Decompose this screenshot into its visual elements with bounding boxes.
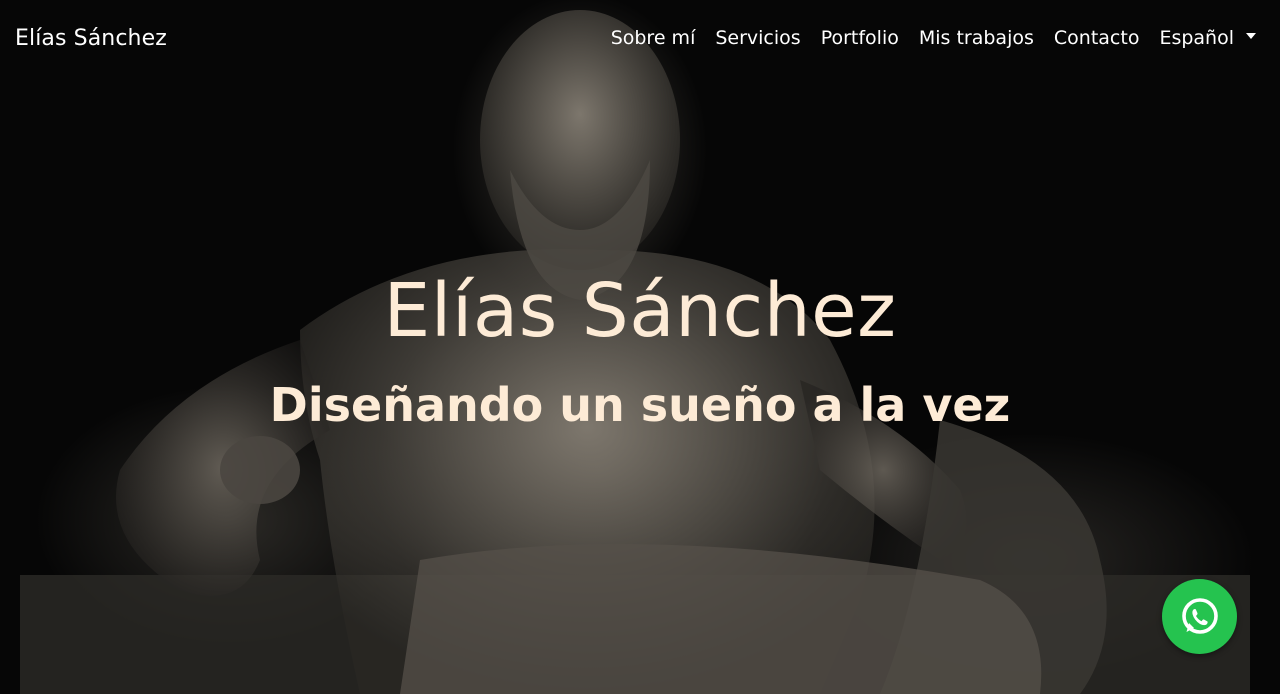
nav-link-mis-trabajos[interactable]: Mis trabajos bbox=[909, 27, 1044, 49]
caret-down-icon bbox=[1246, 33, 1256, 39]
whatsapp-icon bbox=[1181, 597, 1218, 634]
whatsapp-button[interactable] bbox=[1162, 579, 1237, 654]
nav-link-servicios[interactable]: Servicios bbox=[705, 27, 810, 49]
nav-link-portfolio[interactable]: Portfolio bbox=[811, 27, 909, 49]
hero-subtitle: Diseñando un sueño a la vez bbox=[269, 378, 1011, 432]
brand-link[interactable]: Elías Sánchez bbox=[15, 26, 167, 51]
nav-link-sobre-mi[interactable]: Sobre mí bbox=[601, 27, 706, 49]
language-dropdown[interactable]: Español bbox=[1149, 27, 1256, 49]
language-label: Español bbox=[1159, 27, 1234, 49]
hero-title: Elías Sánchez bbox=[383, 268, 897, 354]
top-navbar: Elías Sánchez Sobre mí Servicios Portfol… bbox=[0, 0, 1280, 76]
nav-links: Sobre mí Servicios Portfolio Mis trabajo… bbox=[601, 27, 1256, 49]
hero-section: Elías Sánchez Sobre mí Servicios Portfol… bbox=[0, 0, 1280, 694]
nav-link-contacto[interactable]: Contacto bbox=[1044, 27, 1150, 49]
